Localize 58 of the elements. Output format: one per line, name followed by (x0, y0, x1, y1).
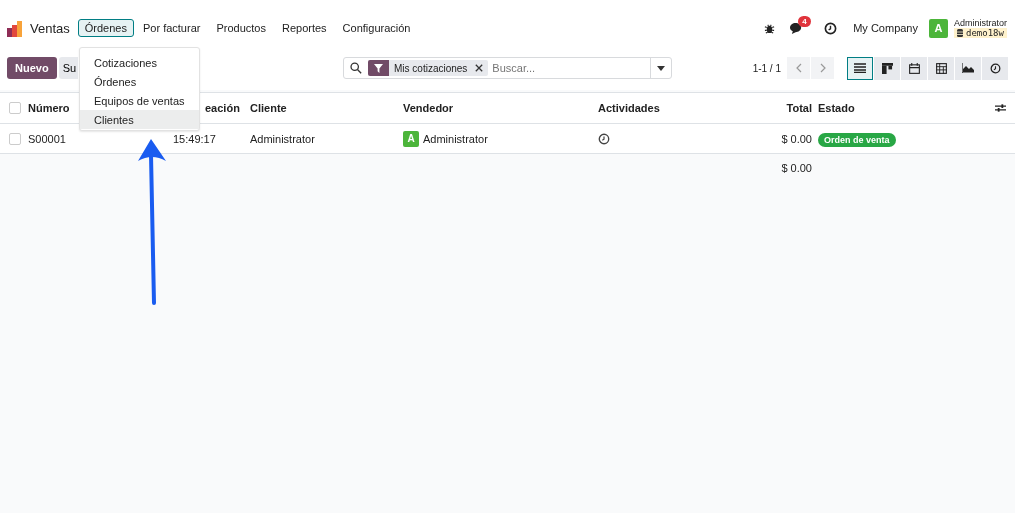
table-cell-text: 15:49:17 (172, 132, 217, 145)
filter-icon (374, 63, 383, 73)
column-header[interactable]: Estado (818, 102, 995, 114)
pager-text[interactable]: 1-1 / 1 (752, 62, 781, 74)
dropdown-item[interactable]: Cotizaciones (80, 53, 199, 72)
menu-item[interactable]: Órdenes (77, 19, 134, 37)
clock-icon[interactable] (598, 132, 610, 145)
sliders-icon[interactable] (995, 103, 1006, 113)
footer-total: $ 0.00 (780, 162, 813, 174)
app-logo-icon[interactable] (7, 21, 23, 37)
view-switch-button[interactable] (955, 56, 981, 80)
table-cell: Administrator (423, 132, 488, 145)
column-header[interactable]: Cliente (250, 102, 403, 114)
chevron-left-icon (795, 63, 802, 73)
status-badge: Orden de venta (818, 132, 896, 147)
bug-icon[interactable] (764, 22, 776, 34)
table-cell-text: Administrator (250, 132, 316, 145)
dropdown-item[interactable]: Órdenes (80, 72, 199, 91)
user-avatar: A (403, 130, 419, 147)
search-icon (350, 62, 362, 74)
area-chart-icon (962, 63, 974, 73)
menu-item[interactable]: Por facturar (135, 19, 208, 37)
table-icon (935, 62, 947, 74)
calendar-icon (908, 62, 920, 74)
menu-item[interactable]: Productos (209, 19, 273, 37)
dropdown-item[interactable]: Equipos de ventas (80, 91, 199, 110)
notification-count: 4 (798, 15, 811, 27)
view-switch-button[interactable] (928, 56, 954, 80)
upload-button[interactable]: Su (58, 57, 79, 79)
list-icon (854, 63, 866, 73)
app-name[interactable]: Ventas (30, 20, 70, 36)
select-all-checkbox[interactable] (9, 102, 21, 114)
view-switch-button[interactable] (847, 56, 873, 80)
view-switch-button[interactable] (901, 56, 927, 80)
view-switch-button[interactable] (874, 56, 900, 80)
row-checkbox[interactable] (9, 132, 21, 145)
column-header[interactable]: Vendedor (403, 102, 595, 114)
menu-item[interactable]: Reportes (274, 19, 334, 37)
table-cell-text: S00001 (28, 132, 67, 145)
clock-icon (989, 62, 1001, 74)
search-field[interactable]: Mis cotizaciones Buscar... (343, 57, 672, 79)
clock-icon[interactable] (824, 21, 838, 35)
menu-item[interactable]: Configuración (335, 19, 418, 37)
company-name[interactable]: My Company (853, 22, 918, 34)
new-button[interactable]: Nuevo (7, 57, 57, 79)
column-header[interactable]: Actividades (595, 102, 700, 114)
facet-label: Mis cotizaciones (394, 62, 468, 74)
database-name: demo18w (966, 28, 1004, 38)
dropdown-item[interactable]: Clientes (80, 110, 199, 129)
view-switch-button[interactable] (982, 56, 1008, 80)
column-header[interactable]: Total (700, 102, 818, 114)
kanban-icon (881, 62, 893, 74)
chevron-right-icon (819, 63, 826, 73)
user-name[interactable]: Administrator (954, 18, 1007, 28)
close-icon[interactable] (475, 64, 484, 72)
caret-icon[interactable] (657, 65, 665, 71)
table-cell-text: $ 0.00 (780, 132, 813, 145)
filter-facet[interactable]: Mis cotizaciones (368, 60, 489, 76)
